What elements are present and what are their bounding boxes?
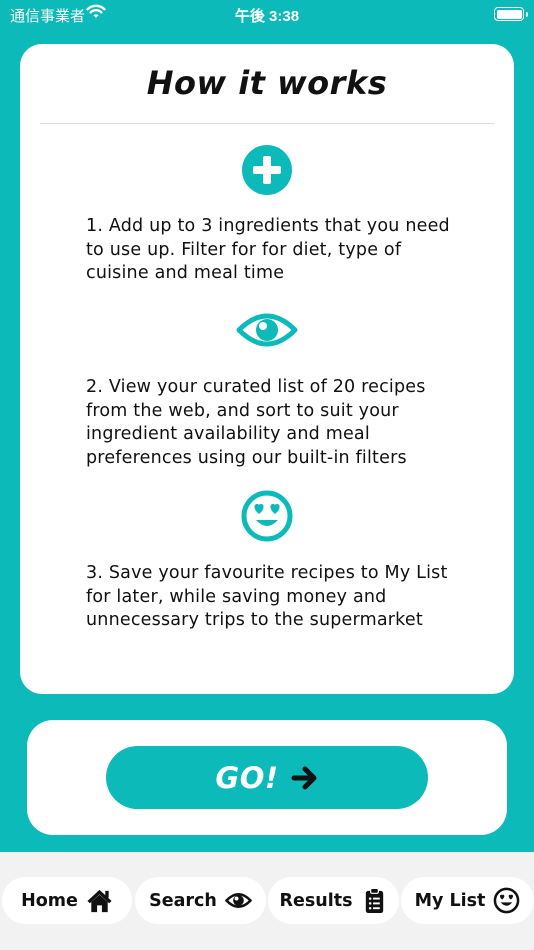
title-divider — [40, 123, 494, 124]
clipboard-list-icon — [365, 887, 383, 914]
eye-icon — [236, 313, 298, 347]
step-3-text: 3. Save your favourite recipes to My Lis… — [86, 563, 448, 630]
step-1-text: 1. Add up to 3 ingredients that you need… — [86, 216, 450, 283]
status-bar: 通信事業者 午後 3:38 — [0, 0, 534, 30]
go-button[interactable]: GO! — [106, 746, 428, 809]
tab-my-list[interactable]: My List — [401, 877, 534, 924]
arrow-right-icon — [291, 766, 317, 789]
tab-my-list-label: My List — [414, 890, 486, 911]
tab-results-label: Results — [279, 890, 353, 911]
eye-icon — [225, 892, 252, 909]
clock: 午後 3:38 — [234, 8, 300, 25]
tab-search-label: Search — [149, 890, 217, 911]
tab-results[interactable]: Results — [268, 877, 399, 924]
page-title: How it works — [146, 64, 388, 102]
heart-eyes-smiley-icon — [241, 490, 293, 542]
go-button-label: GO! — [215, 760, 279, 795]
step-2-text: 2. View your curated list of 20 recipes … — [86, 377, 426, 468]
tab-search[interactable]: Search — [135, 877, 266, 924]
heart-eyes-smiley-icon — [494, 887, 520, 914]
home-icon — [87, 889, 112, 913]
plus-circle-icon — [242, 145, 292, 195]
tab-home[interactable]: Home — [2, 877, 132, 924]
tab-home-label: Home — [21, 890, 78, 911]
battery-icon — [494, 7, 528, 21]
